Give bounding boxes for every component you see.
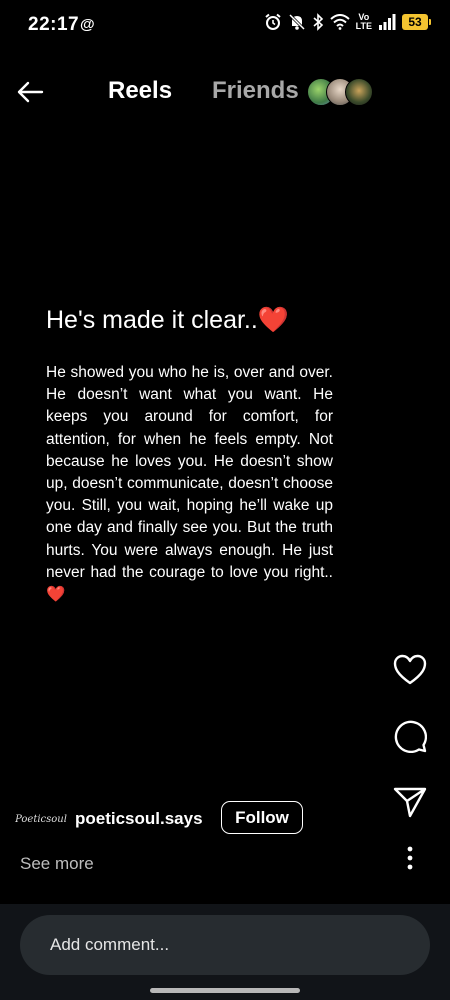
more-options-button[interactable] xyxy=(390,838,430,878)
reel-title: He's made it clear..❤️ xyxy=(46,306,289,334)
back-arrow-icon[interactable] xyxy=(14,76,46,108)
threads-icon: @ xyxy=(80,16,95,33)
tab-friends[interactable]: Friends xyxy=(212,77,299,105)
mute-icon xyxy=(288,13,305,31)
friend-avatars[interactable] xyxy=(307,78,377,106)
bottom-area: Add comment... xyxy=(0,904,450,1000)
comment-icon xyxy=(394,720,427,753)
alarm-icon xyxy=(265,13,281,30)
see-more-link[interactable]: See more xyxy=(20,854,94,874)
status-icons: Vo LTE 53 xyxy=(264,12,431,31)
wifi-icon xyxy=(329,14,350,30)
heart-icon xyxy=(393,654,427,685)
avatar xyxy=(345,78,373,106)
battery-icon: 53 xyxy=(402,14,431,30)
tab-reels[interactable]: Reels xyxy=(108,77,172,105)
author-row: Poeticsoul poeticsoul.says Follow xyxy=(15,800,320,840)
author-avatar[interactable]: Poeticsoul xyxy=(15,800,67,838)
top-nav: Reels Friends xyxy=(0,64,450,120)
like-button[interactable] xyxy=(390,650,430,690)
comment-button[interactable] xyxy=(390,716,430,756)
send-icon xyxy=(393,787,427,818)
signal-icon xyxy=(379,14,396,30)
volte-indicator: Vo LTE xyxy=(355,12,372,31)
share-button[interactable] xyxy=(390,782,430,822)
status-time: 22:17 xyxy=(28,14,80,35)
comment-input[interactable]: Add comment... xyxy=(20,915,430,975)
home-indicator[interactable] xyxy=(150,988,300,993)
reel-content: He's made it clear..❤️ He showed you who… xyxy=(46,302,333,606)
status-bar: 22:17 @ Vo LTE 53 xyxy=(0,0,450,52)
bluetooth-icon xyxy=(313,13,323,31)
follow-button[interactable]: Follow xyxy=(221,801,303,834)
author-username[interactable]: poeticsoul.says xyxy=(75,809,203,829)
reel-body-text: He showed you who he is, over and over. … xyxy=(46,364,333,604)
more-vertical-icon xyxy=(407,846,413,870)
